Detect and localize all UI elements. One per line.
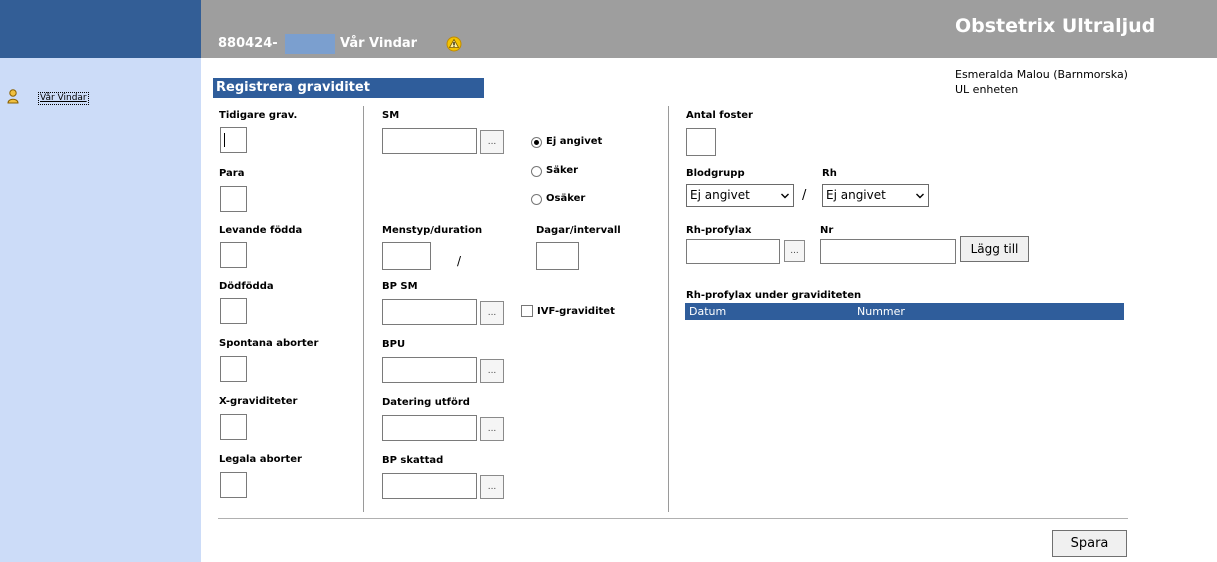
para-input[interactable] xyxy=(220,186,247,212)
label-rh-profylax: Rh-profylax xyxy=(686,225,752,236)
rh-table-column-nummer[interactable]: Nummer xyxy=(857,303,905,320)
tidigare-grav-input[interactable] xyxy=(220,127,247,153)
label-antal-foster: Antal foster xyxy=(686,110,753,121)
x-graviditeter-input[interactable] xyxy=(220,414,247,440)
add-rh-profylax-button[interactable]: Lägg till xyxy=(960,236,1029,262)
label-sm: SM xyxy=(382,110,400,121)
section-title: Registrera graviditet xyxy=(213,78,484,98)
column-divider xyxy=(363,106,364,512)
blodgrupp-select[interactable]: Ej angivet xyxy=(686,184,794,207)
spontana-aborter-input[interactable] xyxy=(220,356,247,382)
unit-name: UL enheten xyxy=(955,83,1019,96)
column-divider xyxy=(668,106,669,512)
sm-status-radio-ej-angivet[interactable] xyxy=(531,137,542,148)
menstyp-input[interactable] xyxy=(382,242,431,270)
chevron-down-icon xyxy=(916,193,924,199)
patient-id-mask xyxy=(285,34,335,54)
ivf-label: IVF-graviditet xyxy=(537,306,615,317)
label-datering-utford: Datering utförd xyxy=(382,397,470,408)
label-bp-sm: BP SM xyxy=(382,281,418,292)
label-spontana-aborter: Spontana aborter xyxy=(219,338,319,349)
sm-status-radio-osaker[interactable] xyxy=(531,194,542,205)
sm-status-label-saker: Säker xyxy=(546,165,579,176)
datering-utford-picker-button[interactable]: ... xyxy=(480,417,504,441)
label-tidigare-grav: Tidigare grav. xyxy=(219,110,298,121)
levande-fodda-input[interactable] xyxy=(220,242,247,268)
bp-sm-input[interactable] xyxy=(382,299,477,325)
label-menstyp-duration: Menstyp/duration xyxy=(382,225,483,236)
label-bpu: BPU xyxy=(382,339,406,350)
patient-name: Vår Vindar xyxy=(340,36,418,51)
header-left-block xyxy=(0,0,201,58)
rh-table-header: Datum Nummer xyxy=(685,303,1124,320)
dodfodda-input[interactable] xyxy=(220,298,247,324)
label-levande-fodda: Levande födda xyxy=(219,225,303,236)
antal-foster-input[interactable] xyxy=(686,128,716,156)
bp-skattad-picker-button[interactable]: ... xyxy=(480,475,504,499)
bp-sm-picker-button[interactable]: ... xyxy=(480,301,504,325)
label-legala-aborter: Legala aborter xyxy=(219,454,302,465)
sm-input[interactable] xyxy=(382,128,477,154)
rh-profylax-input[interactable] xyxy=(686,239,780,264)
label-bp-skattad: BP skattad xyxy=(382,455,444,466)
rh-profylax-picker-button[interactable]: ... xyxy=(784,240,805,262)
sm-status-label-ej-angivet: Ej angivet xyxy=(546,136,603,147)
sm-picker-button[interactable]: ... xyxy=(480,130,504,154)
menstyp-separator: / xyxy=(457,254,462,268)
label-rh: Rh xyxy=(822,168,837,179)
label-dagar-intervall: Dagar/intervall xyxy=(536,225,621,236)
ivf-checkbox[interactable] xyxy=(521,305,533,317)
blodgrupp-select-value: Ej angivet xyxy=(690,188,750,202)
label-nr: Nr xyxy=(820,225,834,236)
sm-status-label-osaker: Osäker xyxy=(546,193,586,204)
sidebar xyxy=(0,58,201,562)
user-role: Esmeralda Malou (Barnmorska) xyxy=(955,68,1128,81)
legala-aborter-input[interactable] xyxy=(220,472,247,498)
label-para: Para xyxy=(219,168,245,179)
rh-select[interactable]: Ej angivet xyxy=(822,184,929,207)
datering-utford-input[interactable] xyxy=(382,415,477,441)
save-button[interactable]: Spara xyxy=(1052,530,1127,557)
bp-skattad-input[interactable] xyxy=(382,473,477,499)
sm-status-radio-saker[interactable] xyxy=(531,166,542,177)
bpu-input[interactable] xyxy=(382,357,477,383)
label-x-graviditeter: X-graviditeter xyxy=(219,396,298,407)
app-title: Obstetrix Ultraljud xyxy=(955,15,1156,37)
rh-nr-input[interactable] xyxy=(820,239,956,264)
label-dodfodda: Dödfödda xyxy=(219,281,274,292)
label-blodgrupp: Blodgrupp xyxy=(686,168,745,179)
warning-icon[interactable] xyxy=(446,36,462,52)
bpu-picker-button[interactable]: ... xyxy=(480,359,504,383)
user-icon xyxy=(7,89,19,104)
rh-table-column-datum[interactable]: Datum xyxy=(689,303,726,320)
dagar-intervall-input[interactable] xyxy=(536,242,579,270)
patient-id: 880424- xyxy=(218,36,278,51)
sidebar-patient-link[interactable]: Vår Vindar xyxy=(38,92,89,105)
chevron-down-icon xyxy=(781,193,789,199)
bottom-divider xyxy=(218,518,1128,519)
rh-select-value: Ej angivet xyxy=(826,188,886,202)
rh-table-title: Rh-profylax under graviditeten xyxy=(686,290,862,301)
blodgrupp-rh-separator: / xyxy=(802,188,807,203)
